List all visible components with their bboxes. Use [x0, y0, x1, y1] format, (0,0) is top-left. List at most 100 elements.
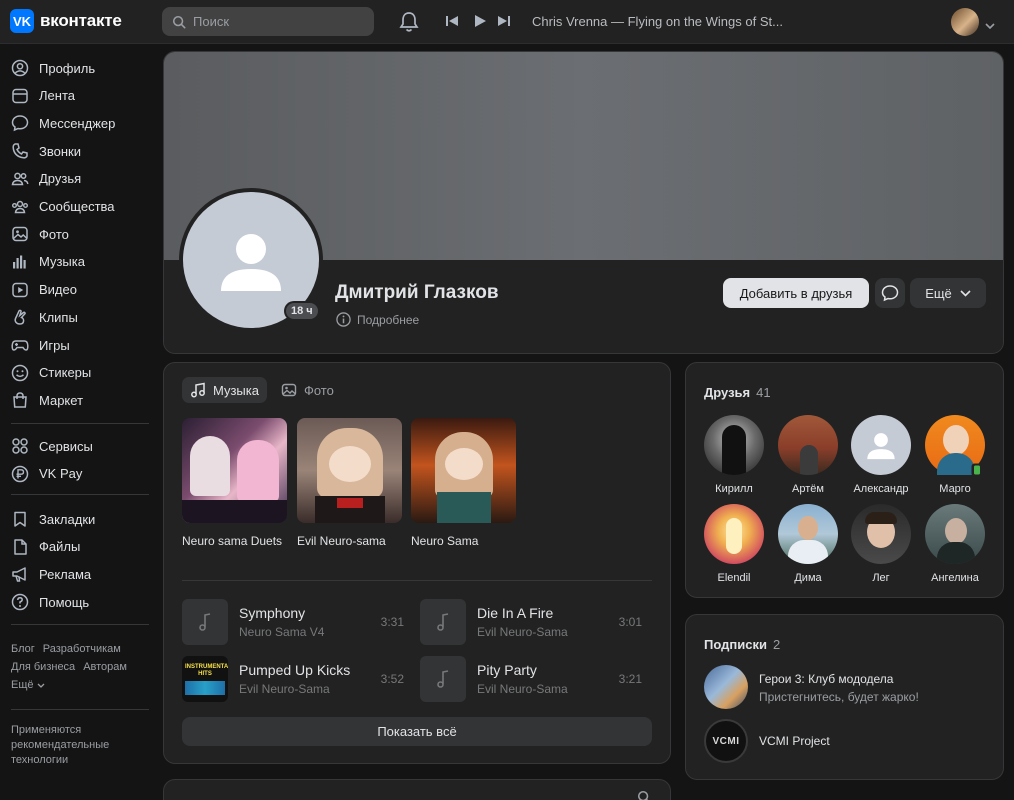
footer-link-blog[interactable]: Блог [11, 643, 35, 655]
sidebar-item-phone[interactable]: Звонки [11, 140, 81, 162]
subscriptions-title-label: Подписки [704, 637, 767, 652]
subscriptions-title[interactable]: Подписки 2 [704, 637, 780, 652]
sidebar-item-friends[interactable]: Друзья [11, 168, 81, 190]
friend-item[interactable]: Ангелина [918, 504, 992, 584]
track-artist: Evil Neuro-Sama [477, 625, 568, 639]
top-header: VK вконтакте Chris Vrenna — Flying on th… [0, 0, 1014, 44]
subscription-item[interactable]: VCMI VCMI Project [704, 719, 994, 763]
sidebar-item-services[interactable]: Сервисы [11, 435, 93, 457]
friend-avatar [778, 504, 838, 564]
music-card: Музыка Фото Neuro sama Duets Evil Neuro-… [163, 362, 671, 764]
more-actions-button[interactable]: Ещё [910, 278, 986, 308]
sidebar-item-file[interactable]: Файлы [11, 536, 80, 558]
recommendation-notice[interactable]: Применяются рекомендательные технологии [11, 723, 141, 768]
footer-link-business[interactable]: Для бизнеса [11, 661, 75, 673]
subscriptions-count: 2 [772, 637, 781, 652]
track-cover: INSTRUMENTAL HITS [182, 656, 228, 702]
friends-title[interactable]: Друзья 41 [704, 385, 771, 400]
sidebar-item-gamepad[interactable]: Игры [11, 334, 70, 356]
friend-avatar [778, 415, 838, 475]
footer-link-authors[interactable]: Авторам [83, 661, 127, 673]
previous-track-icon[interactable] [445, 14, 459, 28]
phone-icon [12, 143, 28, 159]
profile-details-link[interactable]: Подробнее [336, 312, 419, 327]
friend-name: Дима [794, 572, 822, 584]
subscription-name: Герои 3: Клуб мододела [759, 672, 894, 686]
sidebar-item-newsfeed[interactable]: Лента [11, 85, 75, 107]
sidebar-item-label: Звонки [39, 143, 81, 159]
music-icon [13, 255, 26, 269]
track-row[interactable]: Pity Party Evil Neuro-Sama 3:21 [420, 656, 650, 702]
now-playing-text[interactable]: Chris Vrenna — Flying on the Wings of St… [532, 14, 783, 29]
playlist-cover [411, 418, 516, 523]
sidebar-item-user-circle[interactable]: Профиль [11, 57, 95, 79]
playlist-item[interactable]: Neuro Sama [411, 418, 516, 549]
friend-item[interactable]: Артём [771, 415, 845, 495]
search-icon[interactable] [637, 790, 651, 800]
sidebar-item-bookmark[interactable]: Закладки [11, 508, 95, 530]
sidebar-item-label: Помощь [39, 594, 90, 610]
sidebar-item-music[interactable]: Музыка [11, 251, 85, 273]
sidebar-item-photo[interactable]: Фото [11, 223, 69, 245]
friend-item[interactable]: Elendil [697, 504, 771, 584]
photo-icon [12, 226, 28, 242]
music-divider [182, 580, 652, 581]
sidebar-item-megaphone[interactable]: Реклама [11, 563, 91, 585]
sidebar-item-message[interactable]: Мессенджер [11, 112, 115, 134]
sidebar-item-label: VK Pay [39, 466, 83, 482]
tab-photo[interactable]: Фото [273, 377, 342, 403]
chevron-down-icon[interactable] [985, 17, 995, 32]
user-avatar[interactable] [951, 8, 979, 36]
friend-item[interactable]: Дима [771, 504, 845, 584]
footer-link-more[interactable]: Ещё [11, 679, 45, 691]
track-row[interactable]: INSTRUMENTAL HITS Pumped Up Kicks Evil N… [182, 656, 412, 702]
track-row[interactable]: Symphony Neuro Sama V4 3:31 [182, 599, 412, 645]
show-all-button[interactable]: Показать всё [182, 717, 652, 746]
track-artist: Evil Neuro-Sama [477, 682, 568, 696]
friend-name: Кирилл [715, 483, 753, 495]
search-input[interactable] [193, 14, 363, 29]
sidebar-item-bag[interactable]: Маркет [11, 389, 83, 411]
add-friend-button[interactable]: Добавить в друзья [723, 278, 869, 308]
subscription-name: VCMI Project [759, 734, 830, 748]
sidebar-item-help[interactable]: Помощь [11, 591, 89, 613]
newsfeed-icon [12, 88, 28, 103]
vk-logo[interactable]: VK вконтакте [10, 9, 122, 33]
friend-item[interactable]: Лег [844, 504, 918, 584]
profile-details-label: Подробнее [357, 312, 420, 327]
sidebar-item-clips[interactable]: Клипы [11, 306, 78, 328]
ruble-icon [11, 465, 29, 482]
footer-link-developers[interactable]: Разработчикам [43, 643, 121, 655]
sidebar-item-communities[interactable]: Сообщества [11, 196, 115, 218]
friend-item[interactable]: Александр [844, 415, 918, 495]
sidebar-item-label: Стикеры [39, 365, 92, 381]
friend-item[interactable]: Кирилл [697, 415, 771, 495]
sidebar-item-smile[interactable]: Стикеры [11, 362, 91, 384]
subscription-item[interactable]: Герои 3: Клуб мододела Пристегнитесь, бу… [704, 665, 994, 709]
play-icon[interactable] [473, 14, 487, 28]
sidebar-item-ruble[interactable]: VK Pay [11, 463, 82, 485]
file-icon [14, 538, 27, 555]
subscription-avatar [704, 665, 748, 709]
subscription-description: Пристегнитесь, будет жарко! [759, 690, 919, 704]
playlist-title: Neuro sama Duets [182, 534, 283, 548]
sidebar-item-video[interactable]: Видео [11, 279, 77, 301]
friend-name: Лег [872, 572, 890, 584]
track-title: Pumped Up Kicks [239, 662, 351, 678]
bell-icon[interactable] [399, 11, 419, 33]
tab-music[interactable]: Музыка [182, 377, 267, 403]
playlist-item[interactable]: Evil Neuro-sama [297, 418, 402, 549]
track-duration: 3:21 [618, 672, 642, 686]
track-row[interactable]: Die In A Fire Evil Neuro-Sama 3:01 [420, 599, 650, 645]
search-box[interactable] [162, 7, 374, 36]
friends-card: Друзья 41 Кирилл Артём Александр Марго El… [685, 362, 1004, 598]
next-track-icon[interactable] [497, 14, 511, 28]
sidebar-item-label: Реклама [39, 566, 92, 582]
message-button[interactable] [875, 278, 905, 308]
sidebar-divider [11, 423, 149, 424]
friend-item[interactable]: Марго [918, 415, 992, 495]
sidebar-item-label: Сервисы [39, 438, 93, 454]
gamepad-icon [11, 340, 29, 351]
last-seen-text: 18 ч [286, 303, 318, 319]
playlist-item[interactable]: Neuro sama Duets [182, 418, 287, 549]
